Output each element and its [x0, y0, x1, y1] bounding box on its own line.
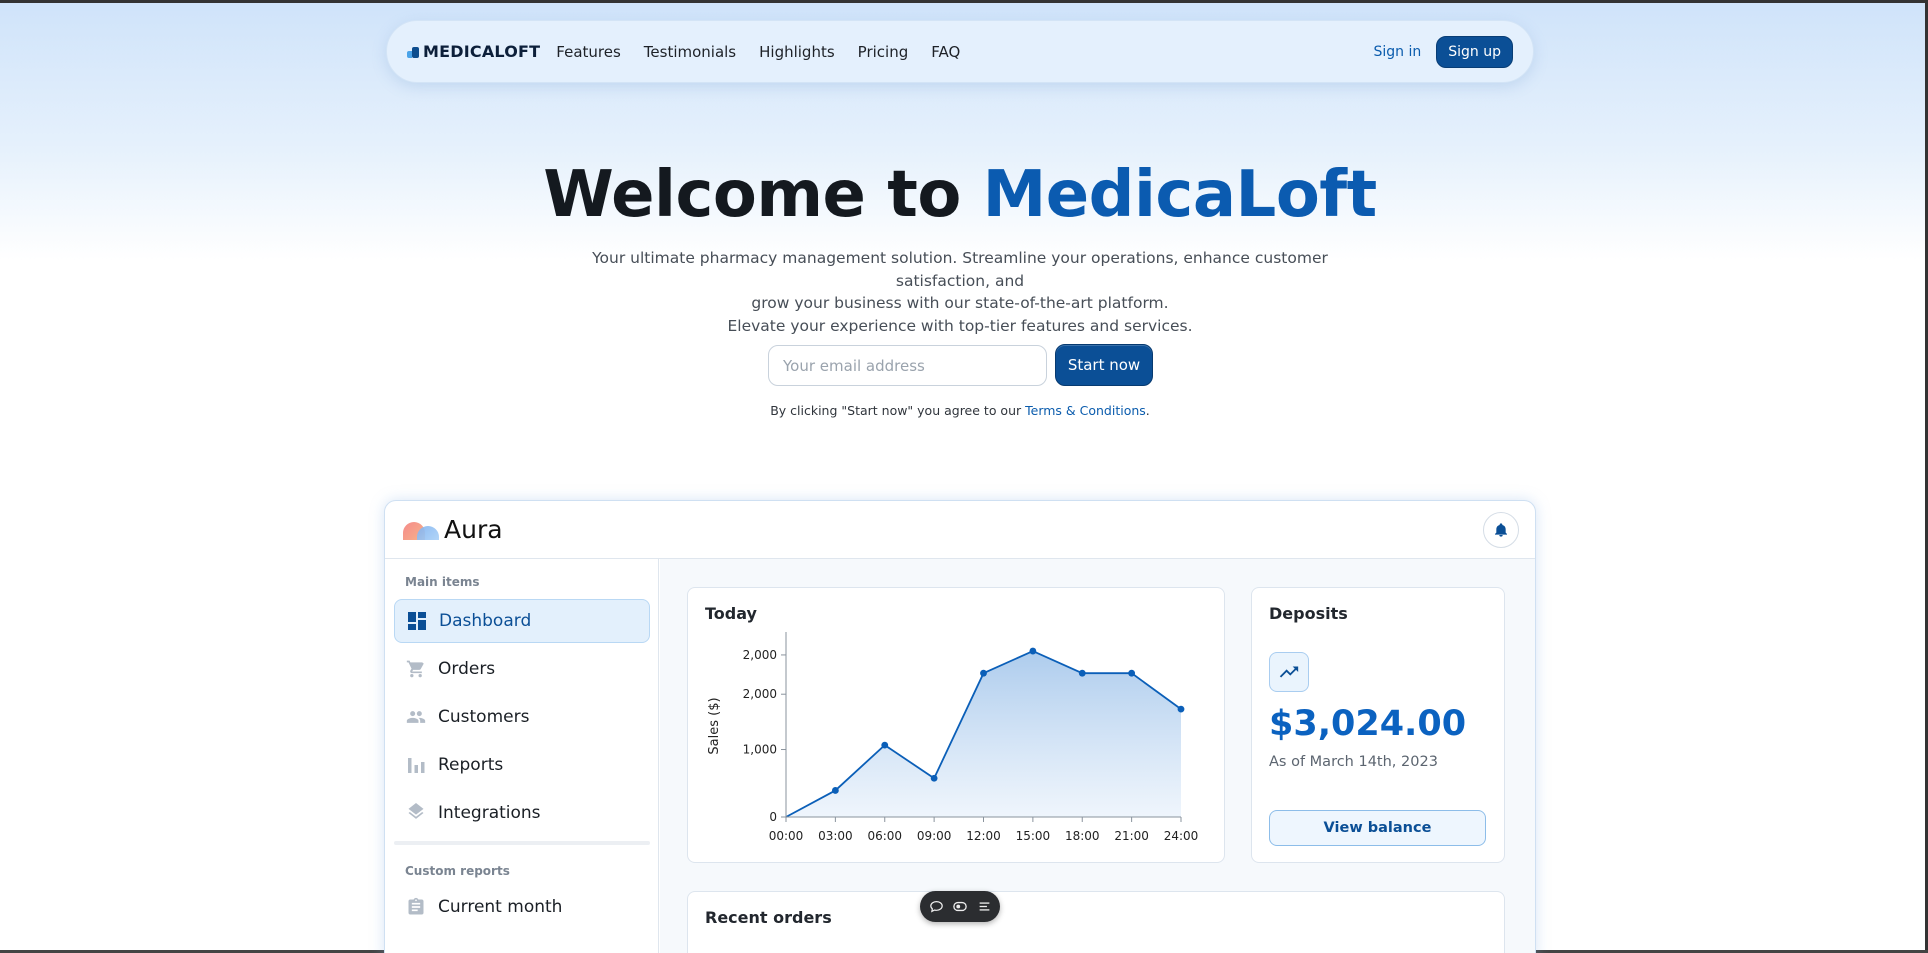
- chart-y-tick-label: 0: [769, 810, 777, 824]
- sign-in-link[interactable]: Sign in: [1374, 44, 1422, 60]
- recent-orders-card: Recent orders: [687, 891, 1505, 953]
- chart-x-tick-label: 15:00: [1016, 829, 1051, 843]
- bell-icon: [1495, 523, 1507, 537]
- chart-y-tick-label: 1,000: [743, 743, 777, 757]
- chart-x-tick-label: 18:00: [1065, 829, 1100, 843]
- list-settings-icon[interactable]: [976, 899, 992, 915]
- trending-up-icon: [1269, 652, 1309, 692]
- chart-data-point: [831, 787, 839, 794]
- layers-icon: [406, 803, 426, 823]
- chart-data-point: [881, 741, 889, 749]
- chart-y-tick-label: 2,000: [743, 687, 777, 701]
- sign-up-button[interactable]: Sign up: [1436, 35, 1513, 68]
- window-frame-top: [0, 0, 1928, 3]
- nav-link-features[interactable]: Features: [556, 43, 621, 61]
- sidebar-item-customers[interactable]: Customers: [394, 695, 650, 739]
- chart-x-tick-label: 00:00: [769, 829, 804, 843]
- app-name: Aura: [444, 515, 503, 544]
- chart-data-point: [1029, 647, 1037, 655]
- view-balance-button[interactable]: View balance: [1269, 810, 1486, 846]
- recent-orders-title: Recent orders: [705, 908, 832, 927]
- today-chart: 0 1,000 2,000 2,000 00:00 03:00 06:00 09:00 12:0…: [707, 632, 1199, 843]
- nav-link-testimonials[interactable]: Testimonials: [644, 43, 736, 61]
- people-icon: [406, 707, 426, 727]
- chart-y-tick-label: 2,000: [743, 648, 777, 662]
- hero-title-brand: MedicaLoft: [982, 158, 1378, 232]
- terms-suffix: .: [1145, 403, 1150, 418]
- chart-x-tick-label: 03:00: [818, 829, 853, 843]
- sidebar: Main items Dashboard Orders Customers Re…: [385, 559, 659, 953]
- deposits-card: Deposits $3,024.00 As of March 14th, 202…: [1251, 587, 1505, 863]
- chart-data-point: [930, 774, 938, 782]
- sidebar-item-current-month[interactable]: Current month: [394, 885, 650, 929]
- notifications-button[interactable]: [1483, 512, 1519, 548]
- toggle-icon[interactable]: [952, 899, 968, 915]
- today-card: Today 0 1,000 2,000 2,000 00:00 03:00 06:00 09:…: [687, 587, 1225, 863]
- dashboard-preview: Aura Main items Dashboard Orders Custome…: [384, 500, 1536, 953]
- deposits-card-title: Deposits: [1269, 604, 1348, 623]
- hero-subtitle-line: Elevate your experience with top-tier fe…: [727, 316, 1193, 335]
- terms-link[interactable]: Terms & Conditions: [1025, 403, 1146, 418]
- chart-x-tick-label: 09:00: [917, 829, 952, 843]
- clipboard-icon: [406, 897, 426, 917]
- deposit-date: As of March 14th, 2023: [1269, 754, 1438, 770]
- comment-icon[interactable]: [928, 899, 944, 915]
- dashboard-header: Aura: [385, 501, 1535, 559]
- sidebar-section-main: Main items: [405, 575, 480, 589]
- aura-logo-icon: [403, 520, 440, 540]
- sidebar-divider: [394, 841, 650, 845]
- top-navbar: MEDICALOFT Features Testimonials Highlig…: [386, 20, 1534, 83]
- nav-link-highlights[interactable]: Highlights: [759, 43, 835, 61]
- dashboard-main: Today 0 1,000 2,000 2,000 00:00 03:00 06:00 09:…: [660, 559, 1535, 953]
- sidebar-item-label: Dashboard: [439, 611, 532, 631]
- chart-y-axis-label: Sales ($): [707, 697, 722, 754]
- logo-mark-icon: [407, 46, 419, 58]
- sidebar-item-label: Reports: [438, 755, 504, 775]
- brand-name: MEDICALOFT: [423, 42, 541, 61]
- nav-link-faq[interactable]: FAQ: [931, 43, 960, 61]
- chart-x-tick-label: 21:00: [1114, 829, 1149, 843]
- sidebar-section-custom: Custom reports: [405, 864, 510, 878]
- sidebar-item-label: Customers: [438, 707, 530, 727]
- hero-subtitle-line: grow your business with our state-of-the…: [751, 294, 1169, 312]
- cart-icon: [406, 659, 426, 679]
- chart-x-tick-label: 24:00: [1164, 829, 1199, 843]
- chart-x-tick-label: 12:00: [966, 829, 1001, 843]
- chart-data-point: [980, 669, 987, 677]
- sidebar-item-label: Current month: [438, 897, 563, 917]
- chart-data-point: [1177, 705, 1185, 713]
- sidebar-item-dashboard[interactable]: Dashboard: [394, 599, 650, 643]
- hero-subtitle: Your ultimate pharmacy management soluti…: [560, 247, 1360, 337]
- hero-subtitle-line: Your ultimate pharmacy management soluti…: [592, 249, 1328, 290]
- dashboard-icon: [407, 611, 427, 631]
- hero-title: Welcome to MedicaLoft: [0, 158, 1920, 232]
- hero-title-prefix: Welcome to: [543, 158, 983, 232]
- terms-text: By clicking "Start now" you agree to our: [770, 403, 1026, 418]
- chart-data-point: [1078, 669, 1086, 677]
- sidebar-item-integrations[interactable]: Integrations: [394, 791, 650, 835]
- start-now-button[interactable]: Start now: [1055, 344, 1153, 386]
- sidebar-item-label: Orders: [438, 659, 496, 679]
- nav-link-pricing[interactable]: Pricing: [858, 43, 909, 61]
- sidebar-item-orders[interactable]: Orders: [394, 647, 650, 691]
- chart-data-point: [1128, 669, 1136, 677]
- bar-chart-icon: [406, 755, 426, 775]
- brand-logo[interactable]: MEDICALOFT: [407, 42, 540, 61]
- email-input[interactable]: [768, 345, 1047, 386]
- chart-x-tick-label: 06:00: [867, 829, 902, 843]
- sidebar-item-label: Integrations: [438, 803, 541, 823]
- floating-toolbar: [920, 891, 1000, 922]
- terms-notice: By clicking "Start now" you agree to our…: [0, 403, 1920, 418]
- sidebar-item-reports[interactable]: Reports: [394, 743, 650, 787]
- deposit-amount: $3,024.00: [1269, 704, 1467, 744]
